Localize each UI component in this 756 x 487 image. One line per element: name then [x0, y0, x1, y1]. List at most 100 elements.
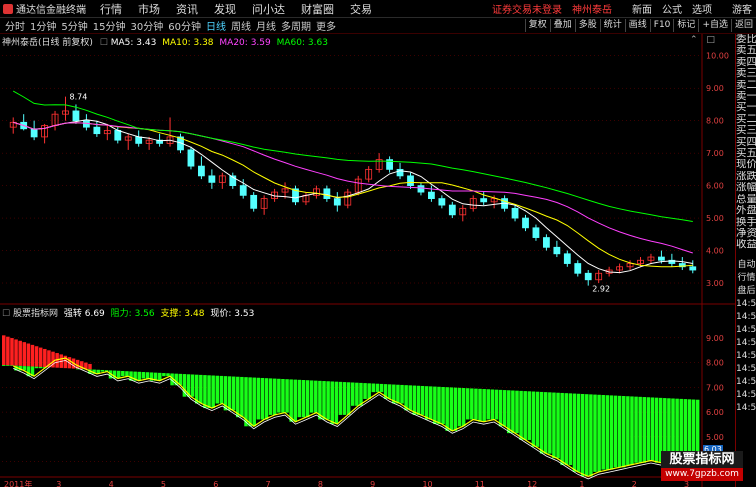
x-axis-label: 7 — [266, 480, 271, 487]
quote-field-label[interactable]: 委比 — [736, 34, 756, 45]
price-tick-label: 8.00 — [706, 117, 724, 126]
x-axis-label: 9 — [370, 480, 375, 487]
back-button[interactable]: 返回 — [730, 19, 756, 32]
indicator-bar — [474, 388, 478, 420]
statistics-button[interactable]: 统计 — [599, 19, 625, 32]
menu-item-discover[interactable]: 发现 — [214, 1, 236, 17]
period-tab[interactable]: 5分钟 — [61, 18, 87, 33]
tick-list-item[interactable]: 行情 — [736, 272, 756, 285]
tick-list-item[interactable]: 自动 — [736, 259, 756, 272]
menu-item-wealth-circle[interactable]: 财富圈 — [301, 1, 334, 17]
indicator-bar — [445, 387, 449, 431]
indicator-bar — [638, 396, 642, 463]
tick-list-item[interactable]: 14:50 — [736, 389, 756, 402]
formula-button[interactable]: 公式 — [662, 1, 682, 16]
period-tab[interactable]: 1分钟 — [30, 18, 56, 33]
quote-field-label[interactable]: 总量 — [736, 194, 756, 205]
quote-field-label[interactable]: 现价 — [736, 159, 756, 170]
quote-field-label[interactable]: 涨幅 — [736, 182, 756, 193]
quote-field-label[interactable]: 卖一 — [736, 91, 756, 102]
candle-body — [323, 188, 331, 199]
x-axis-label: 6 — [213, 480, 218, 487]
app-title: 通达信金融终端 — [16, 5, 86, 16]
quote-field-label[interactable]: 外盘 — [736, 205, 756, 216]
tick-list-item[interactable]: 14:50 — [736, 350, 756, 363]
candle-body — [333, 198, 341, 206]
period-tab[interactable]: 分时 — [5, 18, 25, 33]
indicator-bar — [277, 378, 281, 413]
candle-body — [553, 246, 561, 255]
adjust-button[interactable]: 复权 — [524, 19, 550, 32]
quote-field-label[interactable]: 换手 — [736, 217, 756, 228]
mark-button[interactable]: 标记 — [673, 19, 698, 32]
guest-button[interactable]: 游客 — [732, 1, 752, 16]
quote-field-label[interactable]: 卖四 — [736, 57, 756, 68]
tick-list-item[interactable]: 14:50 — [736, 324, 756, 337]
new-page-button[interactable]: 新面 — [632, 1, 652, 16]
period-tab[interactable]: 30分钟 — [130, 18, 163, 33]
menu-item-market[interactable]: 市场 — [138, 1, 160, 17]
period-tab-daily[interactable]: 日线 — [206, 18, 226, 33]
indicator-bar — [38, 347, 43, 367]
login-notice[interactable]: 证券交易未登录 — [492, 1, 562, 16]
tick-list-item[interactable]: 14:50 — [736, 363, 756, 376]
quote-field-label[interactable]: 卖二 — [736, 80, 756, 91]
menu-item-ask-xiaoda[interactable]: 问小达 — [252, 1, 285, 17]
indicator-bar — [272, 378, 277, 415]
quote-field-label[interactable]: 买一 — [736, 102, 756, 113]
candle-body — [198, 165, 205, 177]
overlay-button[interactable]: 叠加 — [549, 19, 575, 32]
period-tab[interactable]: 60分钟 — [168, 18, 201, 33]
indicator-bar — [199, 374, 203, 404]
period-tab-more[interactable]: 更多 — [316, 18, 336, 33]
tick-list-item[interactable]: 14:50 — [736, 376, 756, 389]
f10-button[interactable]: F10 — [649, 19, 674, 32]
indicator-bar — [461, 388, 466, 427]
kline-chart[interactable]: 8.74 2.92 10.00 9.00 8.00 7.00 6.00 5.00 4.00 3.… — [0, 34, 735, 487]
quote-field-label[interactable]: 买五 — [736, 148, 756, 159]
indicator-bar — [342, 382, 347, 415]
options-button[interactable]: 选项 — [692, 1, 712, 16]
site-watermark: 股票指标网 www.7gpzb.com — [661, 451, 743, 481]
quote-field-label[interactable]: 买二 — [736, 114, 756, 125]
menu-item-news[interactable]: 资讯 — [176, 1, 198, 17]
indicator-bar — [285, 379, 289, 413]
quote-field-label[interactable]: 卖三 — [736, 68, 756, 79]
period-tab[interactable]: 月线 — [256, 18, 276, 33]
period-tab[interactable]: 15分钟 — [93, 18, 126, 33]
tick-list-item[interactable]: 盘后 — [736, 285, 756, 298]
tick-list-item[interactable]: 14:50 — [736, 311, 756, 324]
quote-field-label[interactable]: 卖五 — [736, 45, 756, 56]
indicator-bar — [211, 375, 215, 409]
menu-item-trade[interactable]: 交易 — [350, 1, 372, 17]
quote-field-label[interactable]: 收益 — [736, 239, 756, 250]
indicator-bar — [6, 365, 10, 366]
period-tab[interactable]: 周线 — [231, 18, 251, 33]
indicator-bar — [43, 348, 47, 368]
indicator-bar — [449, 387, 454, 431]
candle-body — [522, 217, 529, 229]
add-watchlist-button[interactable]: +自选 — [698, 19, 731, 32]
indicator-bar — [457, 387, 462, 427]
indicator-bar — [613, 395, 618, 468]
indicator-bar — [330, 381, 334, 425]
tick-list-item[interactable]: 14:50 — [736, 402, 756, 415]
indicator-bar — [260, 377, 265, 420]
indicator-bar — [18, 340, 22, 366]
multi-stock-button[interactable]: 多股 — [574, 19, 600, 32]
tick-list-item[interactable]: 14:50 — [736, 337, 756, 350]
price-tick-label: 9.00 — [706, 84, 724, 93]
quote-field-label[interactable]: 涨跌 — [736, 171, 756, 182]
draw-line-button[interactable]: 画线 — [624, 19, 650, 32]
quote-field-label[interactable]: 买四 — [736, 137, 756, 148]
indicator-bar — [203, 375, 207, 409]
quote-field-label[interactable]: 净资 — [736, 228, 756, 239]
candle-body — [480, 198, 488, 203]
tick-list-item[interactable]: 14:50 — [736, 298, 756, 311]
indicator-bar — [523, 391, 527, 440]
menu-item-quotes[interactable]: 行情 — [100, 1, 122, 17]
indicator-bar — [453, 387, 458, 431]
quote-field-label[interactable]: 买三 — [736, 125, 756, 136]
indicator-bar — [539, 391, 544, 454]
period-tab[interactable]: 多周期 — [281, 18, 311, 33]
